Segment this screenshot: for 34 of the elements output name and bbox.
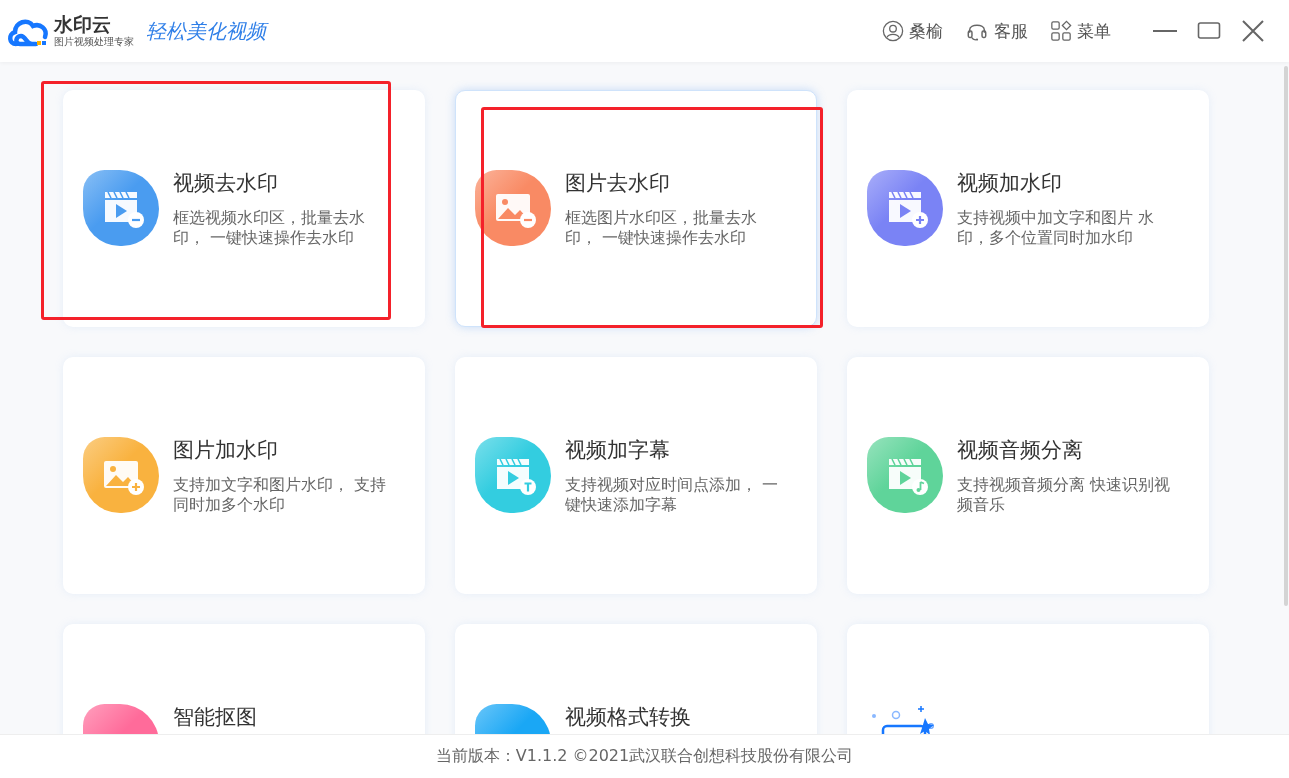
- tool-title: 视频格式转换: [565, 704, 692, 730]
- tool-description: 支持视频对应时间点添加， 一键快速添加字幕: [565, 475, 779, 515]
- tool-card[interactable]: 视频加字幕 支持视频对应时间点添加， 一键快速添加字幕: [455, 357, 817, 594]
- tool-description: 框选视频水印区，批量去水印， 一键快速操作去水印: [173, 208, 366, 248]
- support-button[interactable]: 客服: [965, 19, 1028, 43]
- minimize-icon: [1153, 30, 1177, 32]
- tool-card[interactable]: 图片去水印 框选图片水印区，批量去水印， 一键快速操作去水印: [455, 90, 817, 327]
- menu-button[interactable]: 菜单: [1050, 19, 1111, 43]
- tool-title: 视频音频分离: [957, 437, 1084, 463]
- tool-title: 视频加水印: [957, 170, 1063, 196]
- close-icon: [1241, 19, 1265, 43]
- tool-title: 视频去水印: [173, 170, 279, 196]
- grid-icon: [1050, 20, 1072, 42]
- version-copyright: 当前版本：V1.1.2 ©2021武汉联合创想科技股份有限公司: [435, 746, 854, 767]
- tool-title: 图片加水印: [173, 437, 279, 463]
- tool-description: 框选图片水印区，批量去水印， 一键快速操作去水印: [565, 208, 758, 248]
- tool-description: 支持视频中加文字和图片 水印，多个位置同时加水印: [957, 208, 1156, 248]
- tool-card[interactable]: 图片加水印 支持加文字和图片水印， 支持同时加多个水印: [63, 357, 425, 594]
- brand-name: 水印云: [54, 15, 112, 34]
- tool-card[interactable]: 视频加水印 支持视频中加文字和图片 水印，多个位置同时加水印: [847, 90, 1209, 327]
- user-icon: [882, 20, 904, 42]
- tool-title: 智能抠图: [173, 704, 258, 730]
- tool-description: 支持加文字和图片水印， 支持同时加多个水印: [173, 475, 387, 515]
- tool-description: 支持视频音频分离 快速识别视频音乐: [957, 475, 1171, 515]
- tool-card[interactable]: 视频去水印 框选视频水印区，批量去水印， 一键快速操作去水印: [63, 90, 425, 327]
- brand-subtitle: 图片视频处理专家: [54, 37, 134, 47]
- tool-card[interactable]: 智能抠图: [63, 624, 425, 734]
- tool-title: 视频加字幕: [565, 437, 671, 463]
- tool-card[interactable]: 视频格式转换: [455, 624, 817, 734]
- close-button[interactable]: [1241, 19, 1265, 43]
- user-button[interactable]: 桑榆: [882, 19, 943, 43]
- tool-title: 图片去水印: [565, 170, 671, 196]
- tool-card[interactable]: 视频音频分离 支持视频音频分离 快速识别视频音乐: [847, 357, 1209, 594]
- scrollbar[interactable]: [1284, 66, 1288, 606]
